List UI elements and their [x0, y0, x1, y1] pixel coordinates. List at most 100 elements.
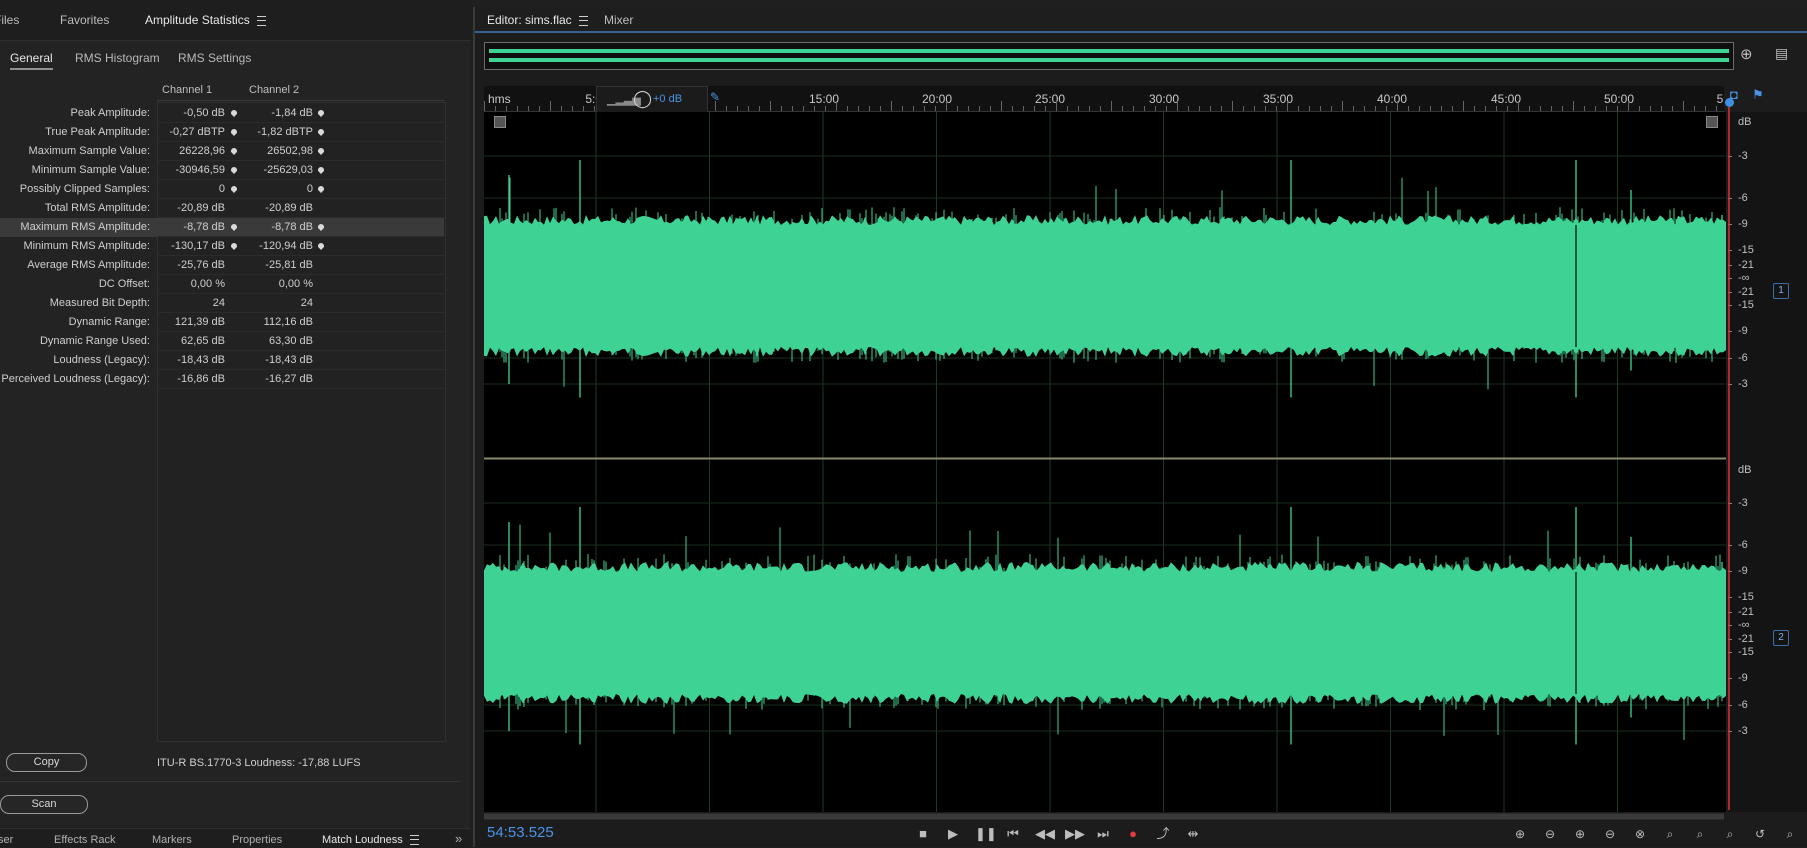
ruler-tick-label: 20:00 [921, 92, 953, 106]
stat-row[interactable]: Peak Amplitude: -0,50 dB -1,84 dB [0, 104, 444, 123]
copy-button[interactable]: Copy [6, 753, 87, 772]
horizontal-scrollbar[interactable] [484, 813, 1724, 820]
zoom-in-time-icon[interactable]: ⊕ [1569, 826, 1591, 842]
stat-row[interactable]: Measured Bit Depth: 24 24 [0, 294, 444, 313]
jump-to-marker-icon[interactable] [318, 243, 324, 250]
rewind-icon[interactable]: ◀◀ [1035, 826, 1055, 842]
current-time-display[interactable]: 54:53.525 [487, 824, 554, 841]
pin-hud-icon[interactable]: ✎ [710, 90, 720, 104]
jump-to-marker-icon[interactable] [231, 186, 237, 193]
tab-markers[interactable]: Markers [152, 834, 192, 846]
tab-effects-rack[interactable]: Effects Rack [54, 834, 116, 846]
subtab-general[interactable]: General [10, 51, 53, 70]
tab-mixer[interactable]: Mixer [604, 13, 633, 27]
play-icon[interactable]: ▶ [945, 826, 961, 842]
hud-volume-control[interactable]: ▁▂▃▅ ◯ +0 dB [596, 86, 708, 113]
stat-row[interactable]: Average RMS Amplitude: -25,76 dB -25,81 dB [0, 256, 444, 275]
stop-icon[interactable]: ■ [915, 826, 931, 842]
stat-label: Perceived Loudness (Legacy): [1, 373, 150, 385]
jump-to-marker-icon[interactable] [318, 186, 324, 193]
stat-label: Dynamic Range Used: [39, 335, 150, 347]
overflow-chevron-icon[interactable]: » [455, 831, 462, 846]
jump-to-marker-icon[interactable] [318, 167, 324, 174]
pause-icon[interactable]: ❚❚ [975, 826, 997, 842]
subtab-rms-histogram[interactable]: RMS Histogram [75, 51, 160, 65]
jump-to-marker-icon[interactable] [231, 224, 237, 231]
overview-navigator[interactable] [484, 42, 1734, 70]
zoom-overview-icon[interactable]: ⊕ [1740, 45, 1753, 63]
skip-back-icon[interactable]: ⏮ [1005, 826, 1021, 842]
scan-button[interactable]: Scan [0, 795, 88, 814]
jump-to-marker-icon[interactable] [231, 129, 237, 136]
tab-properties[interactable]: Properties [232, 834, 282, 846]
ruler-tick-label: 40:00 [1376, 92, 1408, 106]
stat-row[interactable]: Loudness (Legacy): -18,43 dB -18,43 dB [0, 351, 444, 370]
spectral-view-icon[interactable]: ▤ [1775, 45, 1788, 62]
jump-to-marker-icon[interactable] [231, 167, 237, 174]
editor-menu-icon[interactable] [578, 15, 588, 26]
ruler-tick [1628, 101, 1629, 111]
jump-to-marker-icon[interactable] [318, 110, 324, 117]
scrollbar-thumb[interactable] [484, 814, 1724, 819]
stat-label: Maximum Sample Value: [28, 145, 150, 157]
jump-to-marker-icon[interactable] [318, 129, 324, 136]
marker-pin-icon[interactable]: ⚑ [1752, 87, 1764, 103]
stat-value-channel-1: 121,39 dB [174, 316, 225, 328]
stat-row[interactable]: Minimum RMS Amplitude: -130,17 dB -120,94 … [0, 237, 444, 256]
db-scale-label: -3 [1738, 725, 1748, 737]
fade-out-handle-icon[interactable] [1706, 116, 1718, 128]
ruler-tick [1617, 106, 1618, 111]
record-icon[interactable]: ● [1125, 826, 1141, 842]
zoom-full-icon[interactable]: ⊗ [1629, 826, 1651, 842]
stat-row[interactable]: True Peak Amplitude: -0,27 dBTP -1,82 dBTP [0, 123, 444, 142]
stat-row[interactable]: Possibly Clipped Samples: 0 0 [0, 180, 444, 199]
stat-row[interactable]: DC Offset: 0,00 % 0,00 % [0, 275, 444, 294]
zoom-out-point-icon[interactable]: ⌕ [1689, 826, 1711, 842]
volume-knob-icon[interactable]: ◯ [633, 89, 652, 109]
panel-menu-icon[interactable] [409, 835, 419, 846]
stat-row[interactable]: Total RMS Amplitude: -20,89 dB -20,89 dB [0, 199, 444, 218]
fast-forward-icon[interactable]: ▶▶ [1065, 826, 1085, 842]
tab-files[interactable]: Files [0, 13, 19, 27]
loop-icon[interactable]: ⤴ [1155, 826, 1171, 842]
playhead[interactable] [1728, 103, 1730, 810]
stat-row[interactable]: Minimum Sample Value: -30946,59 -25629,03 [0, 161, 444, 180]
stat-row[interactable]: Maximum Sample Value: 26228,96 26502,98 [0, 142, 444, 161]
ruler-tick [528, 106, 529, 111]
jump-to-marker-icon[interactable] [231, 110, 237, 117]
skip-forward-icon[interactable]: ⏭ [1095, 826, 1111, 842]
tab-editor[interactable]: Editor: sims.flac [487, 13, 588, 27]
zoom-out-full-icon[interactable]: ⌕ [1779, 826, 1801, 842]
zoom-out-amplitude-icon[interactable]: ⊖ [1539, 826, 1561, 842]
db-scale[interactable]: dB dB -3 -6 -9 -15 -21 -∞ -21 -15 -9 -6 -3 -3 -6 -9 -1… [1728, 112, 1807, 812]
jump-to-marker-icon[interactable] [231, 243, 237, 250]
stat-row[interactable]: Maximum RMS Amplitude: -8,78 dB -8,78 dB [0, 218, 444, 237]
stat-row[interactable]: Dynamic Range: 121,39 dB 112,16 dB [0, 313, 444, 332]
channel-2-toggle[interactable]: 2 [1773, 630, 1789, 646]
ruler-tick [1221, 106, 1222, 111]
jump-to-marker-icon[interactable] [231, 148, 237, 155]
zoom-in-amplitude-icon[interactable]: ⊕ [1509, 826, 1531, 842]
skip-selection-icon[interactable]: ⇹ [1185, 826, 1201, 842]
channel-1-toggle[interactable]: 1 [1773, 283, 1789, 299]
waveform-display[interactable] [484, 112, 1726, 812]
stat-row[interactable]: Perceived Loudness (Legacy): -16,86 dB -16… [0, 370, 444, 389]
jump-to-marker-icon[interactable] [318, 148, 324, 155]
bottom-panel-tabs: ser Effects Rack Markers Properties Matc… [0, 828, 470, 848]
tab-match-loudness[interactable]: Match Loudness [322, 834, 419, 846]
zoom-out-time-icon[interactable]: ⊖ [1599, 826, 1621, 842]
subtab-rms-settings[interactable]: RMS Settings [178, 51, 251, 65]
db-scale-label: -15 [1738, 646, 1754, 658]
zoom-selection-icon[interactable]: ⌕ [1719, 826, 1741, 842]
tab-favorites[interactable]: Favorites [60, 13, 109, 27]
jump-to-marker-icon[interactable] [318, 224, 324, 231]
tab-amplitude-statistics[interactable]: Amplitude Statistics [145, 13, 266, 27]
zoom-reset-icon[interactable]: ↺ [1749, 826, 1771, 842]
panel-menu-icon[interactable] [256, 15, 266, 26]
time-ruler[interactable]: hms 5:0015:0020:0025:0030:0035:0040:0045… [484, 86, 1724, 113]
stat-row[interactable]: Dynamic Range Used: 62,65 dB 63,30 dB [0, 332, 444, 351]
fade-in-handle-icon[interactable] [494, 116, 506, 128]
playhead-handle[interactable] [1725, 98, 1734, 107]
zoom-in-point-icon[interactable]: ⌕ [1659, 826, 1681, 842]
tab-ser[interactable]: ser [0, 834, 13, 846]
